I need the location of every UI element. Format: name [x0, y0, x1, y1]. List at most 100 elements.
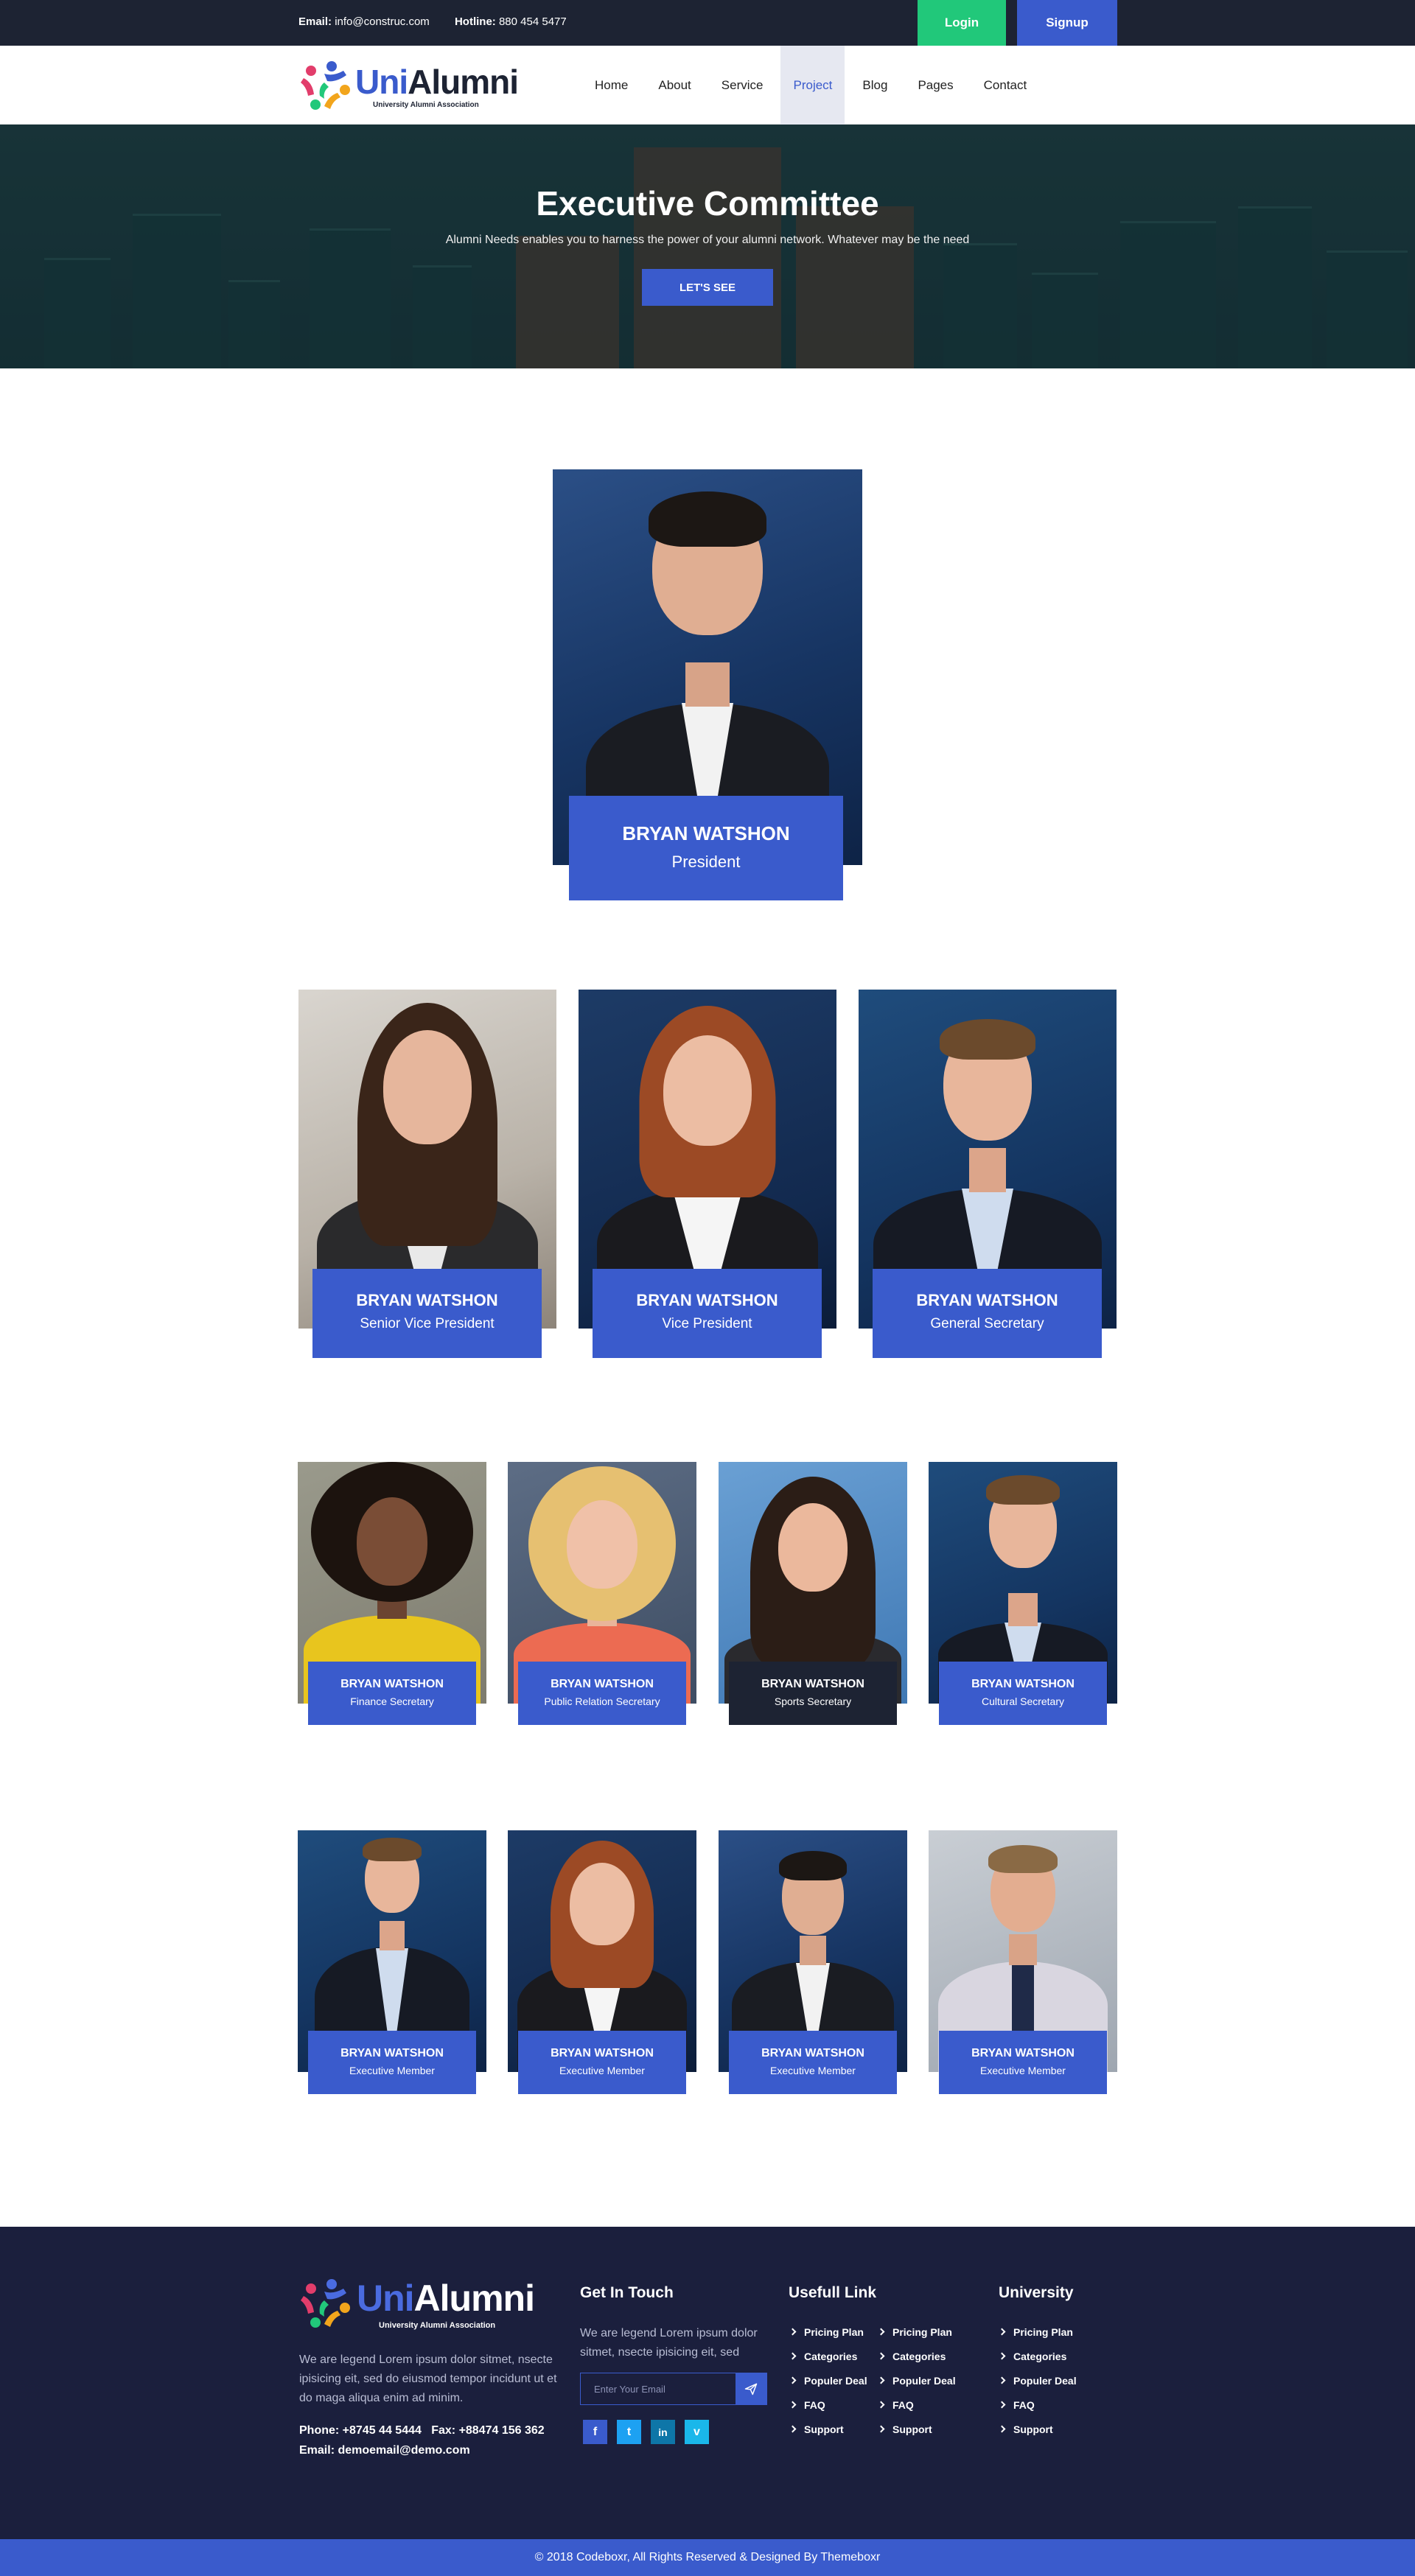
chevron-right-icon — [998, 2401, 1006, 2409]
footer-link-label: Categories — [892, 2350, 946, 2362]
hero-banner: Executive Committee Alumni Needs enables… — [0, 125, 1415, 368]
member-name: BRYAN WATSHON — [971, 2047, 1075, 2059]
nav-pages[interactable]: Pages — [905, 46, 965, 125]
site-logo[interactable]: UniAlumni University Alumni Association — [298, 60, 519, 113]
nav-about[interactable]: About — [646, 46, 703, 125]
newsletter-send-button[interactable] — [736, 2373, 766, 2404]
newsletter-email-input[interactable] — [581, 2373, 736, 2404]
lets-see-button[interactable]: LET'S SEE — [642, 269, 773, 306]
hero-title: Executive Committee — [536, 184, 879, 223]
nav-menu: Home About Service Project Blog Pages Co… — [582, 46, 1044, 125]
member-card[interactable]: BRYAN WATSHON Cultural Secretary — [929, 1462, 1117, 1725]
footer-link[interactable]: Populer Deal — [789, 2368, 867, 2393]
footer-link-label: Support — [804, 2423, 844, 2435]
facebook-icon[interactable]: f — [583, 2420, 607, 2444]
chevron-right-icon — [789, 2376, 797, 2384]
member-name: BRYAN WATSHON — [551, 1678, 654, 1690]
member-card[interactable]: BRYAN WATSHON Executive Member — [508, 1830, 696, 2094]
footer-link[interactable]: Categories — [789, 2344, 867, 2368]
footer-link-label: Pricing Plan — [1013, 2325, 1073, 2338]
member-card[interactable]: BRYAN WATSHON General Secretary — [859, 990, 1117, 1358]
hotline-label: Hotline: — [454, 15, 496, 28]
footer-link[interactable]: FAQ — [789, 2393, 867, 2417]
login-button[interactable]: Login — [918, 0, 1006, 46]
footer-link[interactable]: Pricing Plan — [877, 2320, 956, 2344]
member-card[interactable]: BRYAN WATSHON Executive Member — [929, 1830, 1117, 2094]
email-label: Email: — [298, 15, 332, 28]
nav-project[interactable]: Project — [780, 46, 845, 125]
member-label: BRYAN WATSHON Cultural Secretary — [939, 1662, 1107, 1725]
chevron-right-icon — [789, 2328, 797, 2336]
member-card[interactable]: BRYAN WATSHON Executive Member — [719, 1830, 907, 2094]
footer-link-label: FAQ — [892, 2398, 914, 2411]
hotline-value: 880 454 5477 — [498, 15, 567, 28]
member-label: BRYAN WATSHON Finance Secretary — [308, 1662, 476, 1725]
university-links: Pricing Plan Categories Populer Deal FAQ… — [998, 2320, 1077, 2441]
site-footer: UniAlumni University Alumni Association … — [0, 2227, 1415, 2539]
footer-email: Email: demoemail@demo.com — [299, 2444, 470, 2457]
member-role: President — [671, 853, 741, 871]
member-card[interactable]: BRYAN WATSHON Vice President — [579, 990, 836, 1358]
footer-link-label: FAQ — [804, 2398, 825, 2411]
logo-tagline: University Alumni Association — [373, 101, 479, 109]
chevron-right-icon — [789, 2425, 797, 2433]
logo-text: UniAlumni — [355, 62, 519, 102]
chevron-right-icon — [998, 2376, 1006, 2384]
member-card[interactable]: BRYAN WATSHON Executive Member — [298, 1830, 486, 2094]
footer-link-label: Populer Deal — [804, 2374, 867, 2387]
chevron-right-icon — [789, 2352, 797, 2360]
social-links: f t in v — [583, 2420, 719, 2444]
chevron-right-icon — [877, 2401, 885, 2409]
member-card[interactable]: BRYAN WATSHON Public Relation Secretary — [508, 1462, 696, 1725]
member-card[interactable]: BRYAN WATSHON Sports Secretary — [719, 1462, 907, 1725]
member-name: BRYAN WATSHON — [761, 1678, 864, 1690]
university-heading: University — [999, 2284, 1074, 2301]
nav-blog[interactable]: Blog — [850, 46, 900, 125]
footer-link-label: Support — [1013, 2423, 1053, 2435]
footer-link[interactable]: Support — [877, 2417, 956, 2441]
footer-link[interactable]: Support — [998, 2417, 1077, 2441]
footer-link[interactable]: Populer Deal — [998, 2368, 1077, 2393]
footer-link[interactable]: FAQ — [877, 2393, 956, 2417]
footer-phone: Phone: +8745 44 5444 Fax: +88474 156 362 — [299, 2424, 545, 2437]
member-name: BRYAN WATSHON — [340, 1678, 444, 1690]
member-role: Sports Secretary — [774, 1695, 852, 1707]
member-name: BRYAN WATSHON — [551, 2047, 654, 2059]
useful-links-col1: Pricing Plan Categories Populer Deal FAQ… — [789, 2320, 867, 2441]
vimeo-icon[interactable]: v — [685, 2420, 709, 2444]
footer-link[interactable]: FAQ — [998, 2393, 1077, 2417]
member-name: BRYAN WATSHON — [761, 2047, 864, 2059]
footer-link[interactable]: Categories — [877, 2344, 956, 2368]
chevron-right-icon — [998, 2328, 1006, 2336]
linkedin-icon[interactable]: in — [651, 2420, 675, 2444]
footer-logo[interactable]: UniAlumni University Alumni Association — [298, 2277, 535, 2336]
nav-home[interactable]: Home — [582, 46, 640, 125]
member-label: BRYAN WATSHON Executive Member — [518, 2031, 686, 2094]
logo-text-uni: Uni — [355, 63, 408, 101]
nav-contact[interactable]: Contact — [971, 46, 1040, 125]
member-card[interactable]: BRYAN WATSHON Senior Vice President — [298, 990, 556, 1358]
email-value[interactable]: info@construc.com — [335, 15, 430, 28]
nav-service[interactable]: Service — [709, 46, 776, 125]
footer-link-label: Pricing Plan — [804, 2325, 864, 2338]
chevron-right-icon — [877, 2376, 885, 2384]
footer-link[interactable]: Pricing Plan — [789, 2320, 867, 2344]
member-label: BRYAN WATSHON Executive Member — [729, 2031, 897, 2094]
chevron-right-icon — [877, 2352, 885, 2360]
logo-text-alumni: Alumni — [408, 63, 519, 101]
member-card[interactable]: BRYAN WATSHON Finance Secretary — [298, 1462, 486, 1725]
footer-link[interactable]: Pricing Plan — [998, 2320, 1077, 2344]
footer-link[interactable]: Populer Deal — [877, 2368, 956, 2393]
chevron-right-icon — [998, 2425, 1006, 2433]
member-label: BRYAN WATSHON Executive Member — [939, 2031, 1107, 2094]
footer-logo-text: UniAlumni — [357, 2277, 535, 2320]
chevron-right-icon — [789, 2401, 797, 2409]
footer-link[interactable]: Support — [789, 2417, 867, 2441]
twitter-icon[interactable]: t — [617, 2420, 641, 2444]
useful-links-col2: Pricing Plan Categories Populer Deal FAQ… — [877, 2320, 956, 2441]
members-section: BRYAN WATSHON President BRYAN WATSHON Se… — [0, 368, 1415, 2227]
footer-link[interactable]: Categories — [998, 2344, 1077, 2368]
member-role: Finance Secretary — [350, 1695, 434, 1707]
signup-button[interactable]: Signup — [1017, 0, 1117, 46]
member-card-president[interactable]: BRYAN WATSHON President — [553, 469, 862, 900]
